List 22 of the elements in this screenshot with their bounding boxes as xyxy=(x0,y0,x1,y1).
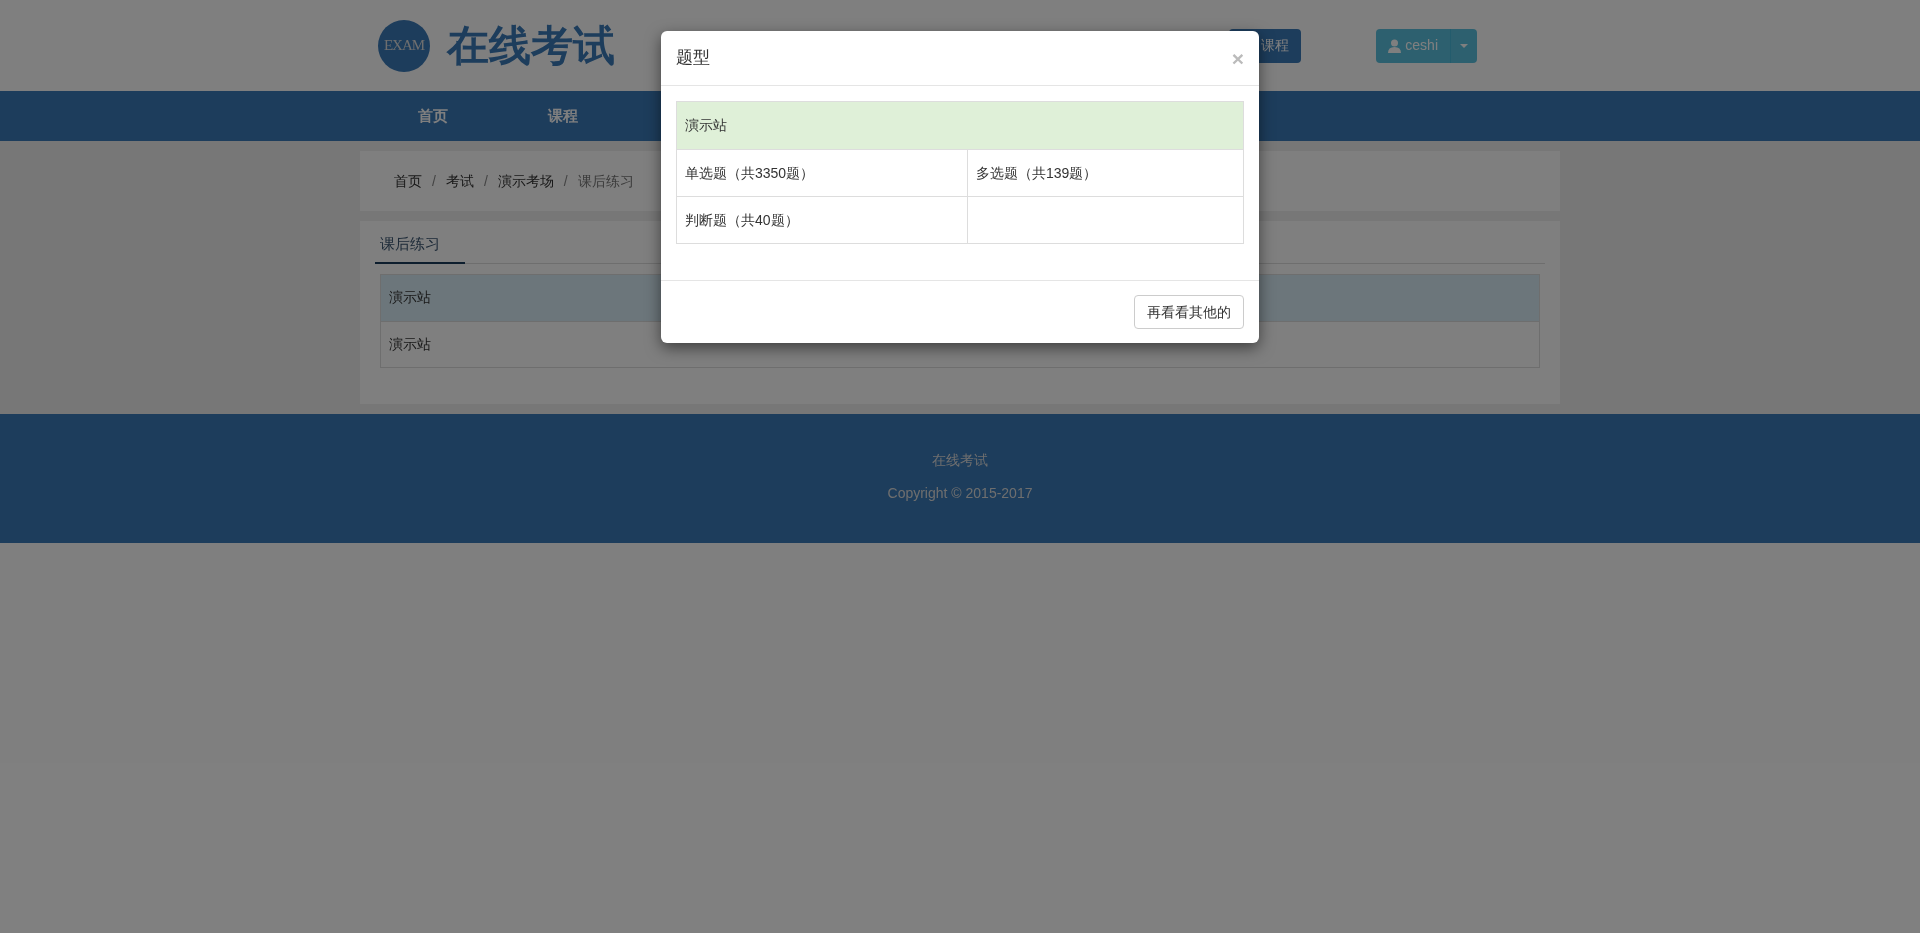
modal-title: 题型 xyxy=(676,47,710,70)
breadcrumb-separator: / xyxy=(431,171,437,191)
nav-link[interactable]: 课程 xyxy=(498,104,628,128)
tab[interactable]: 课后练习 xyxy=(375,233,465,264)
group-header: 演示站 xyxy=(677,102,1243,149)
breadcrumb-link[interactable]: 首页 xyxy=(394,170,422,192)
user-icon xyxy=(1388,38,1402,53)
breadcrumb-link[interactable]: 演示考场 xyxy=(497,170,554,192)
footer-title: 在线考试 xyxy=(932,450,988,470)
more-button[interactable]: 再看看其他的 xyxy=(1134,295,1244,329)
breadcrumb-separator: / xyxy=(482,171,489,191)
question-type-cell[interactable]: 单选题（共3350题） xyxy=(677,150,968,196)
current-page-label: 课后练习 xyxy=(577,171,634,191)
breadcrumb-separator: / xyxy=(562,171,569,191)
breadcrumb-link[interactable]: 考试 xyxy=(445,170,474,192)
question-type-cell[interactable]: 多选题（共139题） xyxy=(968,150,1243,196)
nav-link[interactable]: 首页 xyxy=(368,104,498,128)
logo-icon: EXAM xyxy=(378,19,430,72)
question-type-cell[interactable]: 判断题（共40题） xyxy=(677,197,968,243)
site-title: 在线考试 xyxy=(447,24,615,67)
caret-icon xyxy=(1460,43,1468,48)
copyright-text: Copyright © 2015-2017 xyxy=(887,483,1033,503)
